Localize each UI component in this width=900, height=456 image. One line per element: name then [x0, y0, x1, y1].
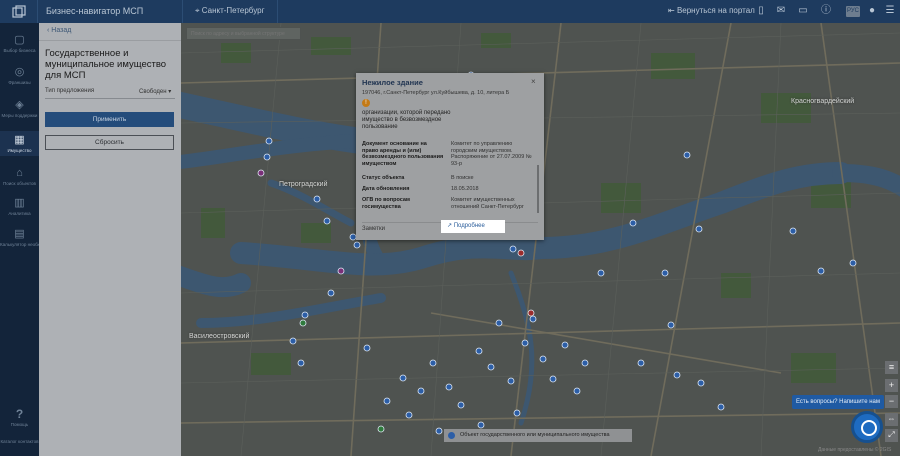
popup-row-key: Документ основание на право аренды и (ил…	[362, 141, 444, 167]
map-search-input[interactable]	[186, 27, 301, 40]
return-to-portal-link[interactable]: ⇤ Вернуться на портал	[668, 6, 755, 15]
help-icon: ?	[15, 407, 24, 421]
app-title: Бизнес-навигатор МСП	[46, 6, 144, 16]
sidebar-item-label: Аналитика	[8, 211, 31, 216]
back-button[interactable]: ‹ Назад	[39, 23, 181, 41]
objects-icon: ⌂	[16, 167, 23, 179]
district-label-vasileostrovsky: Василеостровский	[189, 333, 250, 340]
panel-title: Государственное и муниципальное имуществ…	[45, 48, 167, 81]
layers-icon[interactable]: ≡	[885, 361, 898, 374]
popup-row-key: Статус объекта	[362, 175, 405, 181]
analytics-icon: ▥	[14, 197, 25, 209]
chat-widget-icon[interactable]	[851, 411, 883, 443]
sidebar-item-label: Выбор бизнеса	[3, 48, 36, 53]
apply-button[interactable]: Применить	[45, 112, 174, 127]
legend-text: Объект государственного или муниципально…	[460, 432, 610, 438]
close-icon[interactable]: ×	[531, 77, 536, 86]
fullscreen-icon[interactable]: ⤢	[885, 429, 898, 442]
city-selector[interactable]: ⌖ Санкт-Петербург	[182, 0, 278, 23]
support-icon: ◈	[15, 99, 24, 111]
logo-icon[interactable]	[0, 0, 38, 23]
reset-button[interactable]: Сбросить	[45, 135, 174, 150]
chevron-left-icon: ‹	[47, 27, 50, 34]
popup-row: Документ основание на право аренды и (ил…	[362, 141, 538, 171]
popup-row-value: Комитет имущественных отношений Санкт-Пе…	[451, 197, 524, 210]
popup-row-value: Комитет по управлению городским имуществ…	[451, 141, 532, 167]
sidebar-item-analytics[interactable]: ▥ Аналитика	[0, 197, 39, 216]
more-label: Подробнее	[453, 223, 485, 229]
offer-type-label: Тип предложения	[45, 88, 95, 94]
menu-icon[interactable]: ☰	[884, 5, 896, 17]
franchise-icon: ◎	[14, 66, 25, 78]
object-popup: Нежилое здание × 197046, г.Санкт-Петербу…	[356, 73, 544, 240]
offer-type-select[interactable]: Свободен ▾	[139, 88, 171, 95]
sidebar-item-property[interactable]: ▦ Имущество	[0, 131, 39, 156]
popup-row-value: В поиске	[451, 175, 474, 181]
phone-icon[interactable]: ▯	[755, 5, 767, 17]
property-icon: ▦	[14, 134, 25, 146]
return-label: Вернуться на портал	[676, 6, 755, 15]
sidebar-item-calculator[interactable]: ▤ Калькулятор необходимых затрат	[0, 228, 39, 247]
warning-icon: !	[362, 99, 370, 107]
map-legend: Объект государственного или муниципально…	[444, 429, 632, 442]
sidebar-item-label: Калькулятор необходимых затрат	[0, 242, 39, 247]
sidebar-item-support[interactable]: ◈ Меры поддержки	[0, 99, 39, 118]
notes-link[interactable]: Заметки	[362, 226, 385, 232]
district-label-krasnogvardeysky: Красногвардейский	[791, 98, 855, 105]
calculator-icon: ▤	[14, 228, 25, 240]
popup-row-key: ОГВ по вопросам госимущества	[362, 197, 410, 210]
top-header: Бизнес-навигатор МСП ⌖ Санкт-Петербург ⇤…	[0, 0, 900, 23]
external-link-icon: ↗	[447, 223, 454, 229]
popup-address: 197046, г.Санкт-Петербург ул.Куйбышева, …	[362, 90, 510, 96]
marker-legend-icon	[448, 432, 455, 439]
popup-row-value: 18.05.2018	[451, 186, 479, 192]
ask-question-button[interactable]: Есть вопросы? Напишите нам	[792, 395, 884, 409]
zoom-out-button[interactable]: −	[885, 395, 898, 408]
chat-bubble-icon[interactable]: ▭	[797, 5, 809, 17]
district-label-petrogradsky: Петроградский	[279, 181, 328, 188]
popup-scrollbar[interactable]	[537, 165, 539, 213]
popup-row-key: Дата обновления	[362, 186, 410, 192]
sidebar-rail: ▢ Выбор бизнеса ◎ Франшизы ◈ Меры поддер…	[0, 23, 39, 456]
sidebar-item-label: Каталог контактов	[0, 439, 39, 444]
more-details-button[interactable]: ↗ Подробнее	[441, 220, 505, 233]
chevron-down-icon: ▾	[168, 89, 172, 95]
language-switcher[interactable]: РУС	[846, 6, 860, 17]
city-name: Санкт-Петербург	[201, 6, 265, 15]
sidebar-item-label: Помощь	[10, 422, 29, 427]
sidebar-item-label: Имущество	[7, 148, 32, 153]
sidebar-item-objects[interactable]: ⌂ Поиск объектов	[0, 167, 39, 186]
location-pin-icon: ⌖	[195, 6, 200, 15]
sidebar-item-help[interactable]: ? Помощь	[0, 408, 39, 427]
map-view[interactable]: Петроградский Василеостровский Красногва…	[181, 23, 900, 456]
sidebar-item-label: Поиск объектов	[3, 181, 36, 186]
zoom-in-button[interactable]: +	[885, 379, 898, 392]
info-icon[interactable]: ⓘ	[820, 5, 832, 17]
ruler-icon[interactable]: ⇔	[885, 413, 898, 426]
user-icon[interactable]: ●	[866, 5, 878, 17]
sidebar-item-franchise[interactable]: ◎ Франшизы	[0, 66, 39, 85]
back-label: Назад	[51, 27, 72, 34]
sidebar-item-contacts[interactable]: Каталог контактов	[0, 437, 39, 444]
popup-title: Нежилое здание	[362, 78, 423, 87]
bag-icon: ▢	[14, 34, 25, 46]
arrow-left-icon: ⇤	[668, 6, 675, 15]
map-copyright: Данные предоставлены © 2GIS	[818, 447, 892, 453]
select-underline	[45, 98, 175, 99]
filter-panel: ‹ Назад Государственное и муниципальное …	[39, 23, 181, 456]
sidebar-item-label: Франшизы	[8, 80, 31, 85]
sidebar-item-business[interactable]: ▢ Выбор бизнеса	[0, 34, 39, 53]
sidebar-item-label: Меры поддержки	[1, 113, 38, 118]
popup-description: организации, которой передано имущество …	[362, 110, 451, 130]
offer-type-value: Свободен	[139, 89, 167, 95]
mail-icon[interactable]: ✉	[775, 5, 787, 17]
